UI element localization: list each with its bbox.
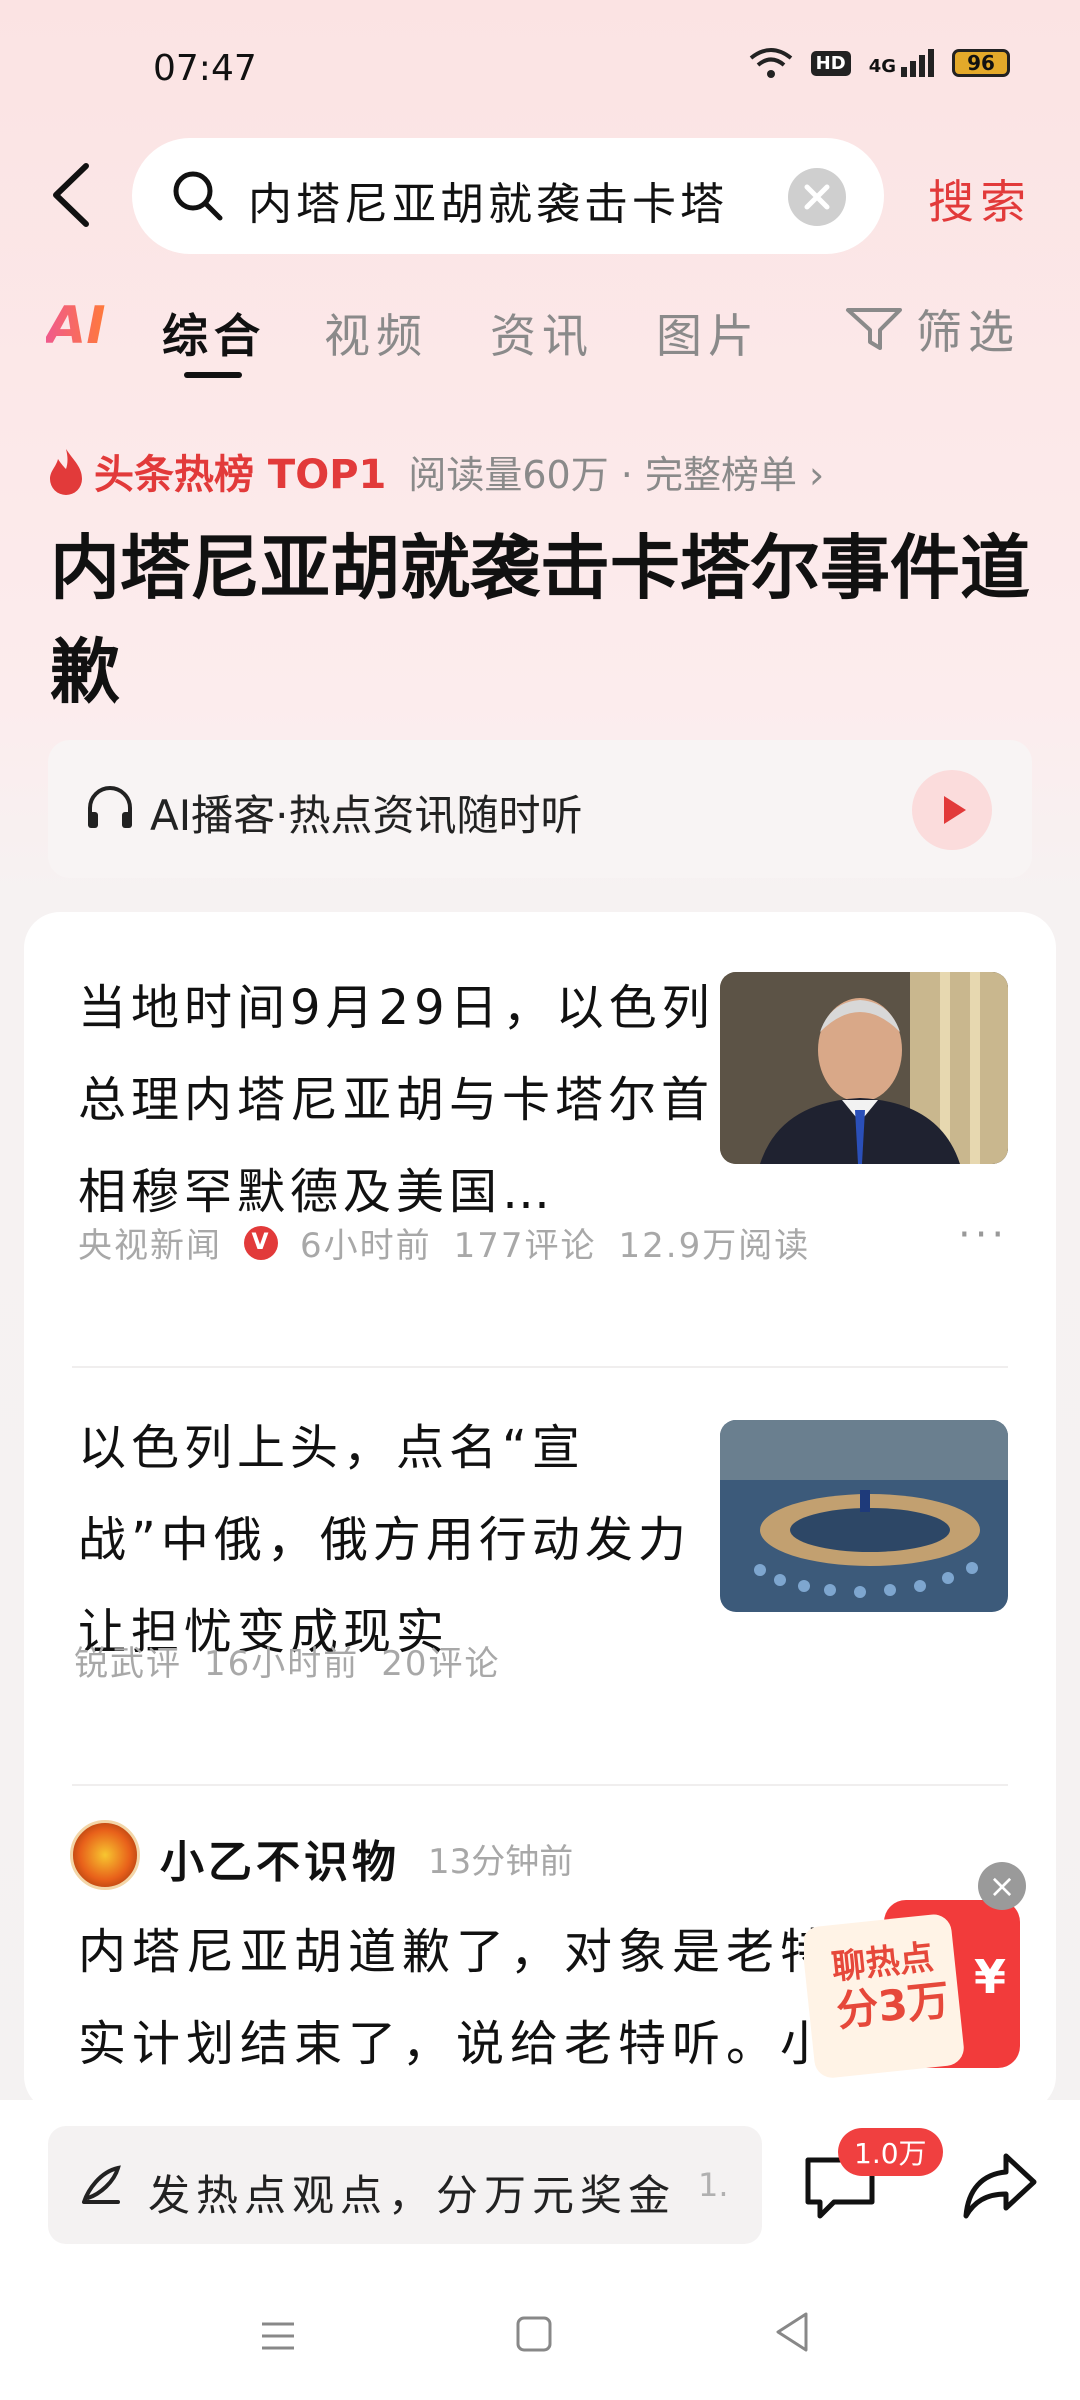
assembly-hall-image bbox=[720, 1420, 1008, 1612]
article-meta: 央视新闻 V 6小时前 177评论 12.9万阅读 bbox=[78, 1218, 810, 1267]
article-thumbnail[interactable] bbox=[720, 972, 1008, 1164]
signal-icon: 4G bbox=[869, 49, 934, 77]
ai-podcast-bar[interactable]: AI播客·热点资讯随时听 bbox=[48, 740, 1032, 878]
back-button[interactable] bbox=[46, 160, 106, 230]
status-icons: HD 4G 96 bbox=[749, 46, 1010, 80]
tab-news[interactable]: 资讯 bbox=[490, 300, 594, 366]
flame-icon bbox=[50, 449, 82, 495]
hot-rank-meta[interactable]: 阅读量60万 · 完整榜单 › bbox=[408, 444, 824, 499]
nav-menu-button[interactable] bbox=[258, 2316, 298, 2360]
search-query[interactable]: 内塔尼亚胡就袭击卡塔 bbox=[248, 168, 768, 232]
search-input[interactable]: 内塔尼亚胡就袭击卡塔 bbox=[132, 138, 884, 254]
chevron-left-icon bbox=[53, 163, 89, 227]
headphones-icon bbox=[88, 786, 132, 828]
article-meta: 锐武评 16小时前 20评论 bbox=[74, 1636, 501, 1685]
author-name[interactable]: 小乙不识物 bbox=[160, 1826, 400, 1890]
comment-more: 1. bbox=[698, 2166, 729, 2204]
article-time: 6小时前 bbox=[300, 1226, 432, 1266]
clear-search-button[interactable] bbox=[788, 168, 846, 226]
nav-back-button[interactable] bbox=[772, 2310, 812, 2358]
filter-button[interactable]: 筛选 bbox=[844, 296, 1020, 362]
article-comments: 20评论 bbox=[381, 1644, 501, 1684]
hot-rank-line[interactable]: 头条热榜 TOP1 阅读量60万 · 完整榜单 › bbox=[46, 442, 824, 500]
verified-icon: V bbox=[244, 1225, 278, 1260]
tab-comprehensive[interactable]: 综合 bbox=[162, 300, 266, 366]
post-time: 13分钟前 bbox=[428, 1842, 574, 1882]
article-title[interactable]: 当地时间9月29日，以色列总理内塔尼亚胡与卡塔尔首相穆罕默德及美国… bbox=[78, 962, 718, 1238]
comment-input[interactable]: 发热点观点，分万元奖金 1. bbox=[48, 2126, 762, 2244]
share-button[interactable] bbox=[960, 2146, 1040, 2226]
article-source[interactable]: 央视新闻 bbox=[78, 1218, 222, 1267]
pen-icon bbox=[82, 2165, 121, 2204]
podcast-label: AI播客·热点资讯随时听 bbox=[150, 791, 583, 840]
search-icon bbox=[173, 171, 223, 221]
filter-label: 筛选 bbox=[916, 305, 1020, 359]
comment-placeholder: 发热点观点，分万元奖金 bbox=[148, 2171, 677, 2220]
menu-icon bbox=[262, 2322, 294, 2350]
tab-images[interactable]: 图片 bbox=[656, 300, 760, 366]
tab-ai[interactable]: AI bbox=[46, 296, 106, 356]
signal-label: 4G bbox=[868, 56, 896, 77]
play-button[interactable] bbox=[912, 770, 992, 850]
home-square-icon bbox=[516, 2316, 552, 2352]
page-title: 内塔尼亚胡就袭击卡塔尔事件道歉 bbox=[50, 527, 1030, 713]
wifi-icon bbox=[749, 48, 792, 78]
divider bbox=[72, 1366, 1008, 1368]
avatar[interactable] bbox=[70, 1820, 140, 1890]
close-icon bbox=[804, 184, 830, 210]
divider bbox=[72, 1784, 1008, 1786]
yuan-icon: ¥ bbox=[974, 1950, 1007, 2004]
close-promo-button[interactable]: × bbox=[978, 1862, 1026, 1910]
article-thumbnail[interactable] bbox=[720, 1420, 1008, 1612]
tab-video[interactable]: 视频 bbox=[324, 300, 428, 366]
article-reads: 12.9万阅读 bbox=[618, 1226, 811, 1266]
article-comments: 177评论 bbox=[453, 1226, 597, 1266]
article-source[interactable]: 锐武评 bbox=[74, 1636, 182, 1685]
article-card[interactable]: 当地时间9月29日，以色列总理内塔尼亚胡与卡塔尔首相穆罕默德及美国… 央视新闻 … bbox=[24, 912, 1056, 1312]
hot-topic-promo[interactable]: 聊热点 分3万 ¥ bbox=[802, 1892, 1024, 2082]
hot-rank-badge: 头条热榜 TOP1 bbox=[94, 452, 387, 498]
battery-icon: 96 bbox=[952, 49, 1010, 77]
play-icon bbox=[944, 796, 966, 824]
back-triangle-icon bbox=[776, 2312, 808, 2352]
filter-icon bbox=[846, 308, 902, 350]
promo-line2: 分3万 bbox=[833, 1975, 952, 2036]
share-icon bbox=[963, 2153, 1037, 2219]
article-card[interactable]: 以色列上头，点名“宣战”中俄，俄方用行动发力让担忧变成现实 锐武评 16小时前 … bbox=[24, 1382, 1056, 1712]
promo-text: 聊热点 分3万 bbox=[830, 1934, 952, 2036]
status-time: 07:47 bbox=[153, 48, 257, 89]
post-text-line1[interactable]: 内塔尼亚胡道歉了，对象是老特 bbox=[78, 1906, 834, 1998]
portrait-image bbox=[720, 972, 1008, 1164]
search-button[interactable]: 搜索 bbox=[928, 166, 1032, 232]
more-options-icon[interactable]: ··· bbox=[958, 1212, 1008, 1258]
hd-icon: HD bbox=[810, 50, 851, 76]
active-tab-indicator bbox=[184, 372, 242, 378]
nav-home-button[interactable] bbox=[514, 2314, 554, 2358]
comment-count-badge: 1.0万 bbox=[838, 2128, 943, 2176]
article-time: 16小时前 bbox=[204, 1644, 360, 1684]
